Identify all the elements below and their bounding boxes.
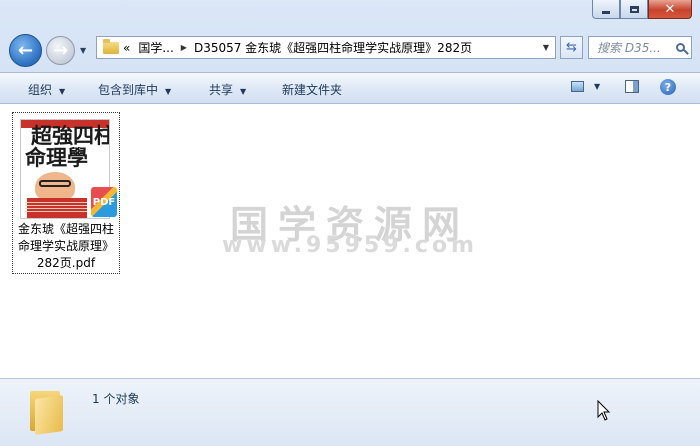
refresh-icon: ⇆ — [566, 40, 577, 55]
chevron-right-icon[interactable]: ▶ — [181, 43, 187, 52]
address-dropdown-icon[interactable]: ▼ — [543, 43, 549, 52]
cover-title-line2: 命理學 — [25, 145, 88, 170]
preview-pane-icon[interactable] — [625, 80, 639, 93]
forward-button[interactable]: → — [46, 36, 75, 65]
close-icon: ✕ — [664, 1, 676, 17]
search-icon[interactable] — [676, 43, 685, 52]
file-list-area[interactable]: 国学资源网 www.95959.com 超強四柱 命理學 PDF 金东琥《超强四… — [0, 104, 700, 378]
share-menu[interactable]: 共享 ▼ — [209, 81, 246, 98]
folder-icon — [103, 38, 119, 54]
back-arrow-icon: ← — [17, 39, 34, 61]
address-prefix[interactable]: « — [123, 41, 130, 55]
chevron-down-icon: ▼ — [240, 87, 247, 96]
folder-front — [35, 395, 63, 435]
share-label: 共享 — [209, 83, 234, 97]
item-count: 1 个对象 — [92, 392, 140, 406]
cover-title-line1: 超強四柱 — [31, 123, 110, 148]
maximize-icon — [629, 5, 639, 13]
maximize-button[interactable] — [620, 0, 648, 19]
cover-glasses — [39, 180, 71, 187]
chevron-down-icon: ▼ — [59, 87, 66, 96]
details-pane: 1 个对象 — [0, 378, 700, 446]
refresh-button[interactable]: ⇆ — [560, 36, 583, 59]
forward-arrow-icon: → — [52, 39, 69, 61]
breadcrumb-segment-current[interactable]: D35057 金东琥《超强四柱命理学实战原理》282页 — [194, 39, 472, 56]
include-library-menu[interactable]: 包含到库中 ▼ — [98, 81, 171, 98]
history-dropdown-icon[interactable]: ▼ — [80, 46, 86, 55]
mouse-pointer-icon — [597, 400, 611, 421]
back-button[interactable]: ← — [9, 34, 42, 67]
breadcrumb-segment-root[interactable]: 国学... — [138, 39, 173, 56]
search-placeholder: 搜索 D35... — [597, 41, 661, 55]
chevron-down-icon: ▼ — [165, 87, 172, 96]
search-input[interactable]: 搜索 D35... — [588, 36, 692, 59]
window-caption-buttons: ✕ — [592, 0, 692, 20]
organize-menu[interactable]: 组织 ▼ — [28, 81, 65, 98]
close-button[interactable]: ✕ — [648, 0, 692, 19]
change-view-icon[interactable] — [571, 81, 584, 92]
file-name[interactable]: 金东琥《超强四柱命理学实战原理》282页.pdf — [13, 221, 119, 272]
organize-label: 组织 — [28, 83, 53, 97]
folder-icon — [30, 387, 64, 435]
explorer-window: ✕ ← → ▼ « 国学... ▶ D35057 金东琥《超强四柱命理学实战原理… — [0, 0, 700, 446]
pdf-file-icon: PDF — [91, 187, 117, 217]
new-folder-button[interactable]: 新建文件夹 — [282, 81, 342, 98]
file-item[interactable]: 超強四柱 命理學 PDF 金东琥《超强四柱命理学实战原理》282页.pdf — [12, 112, 120, 274]
minimize-icon — [602, 10, 610, 14]
address-bar[interactable]: « 国学... ▶ D35057 金东琥《超强四柱命理学实战原理》282页 ▼ — [96, 36, 556, 59]
include-library-label: 包含到库中 — [98, 83, 159, 97]
view-dropdown-icon[interactable]: ▼ — [594, 82, 600, 91]
minimize-button[interactable] — [592, 0, 620, 19]
help-icon[interactable]: ? — [660, 79, 676, 95]
new-folder-label: 新建文件夹 — [282, 83, 343, 97]
cover-text-lines — [25, 202, 87, 214]
